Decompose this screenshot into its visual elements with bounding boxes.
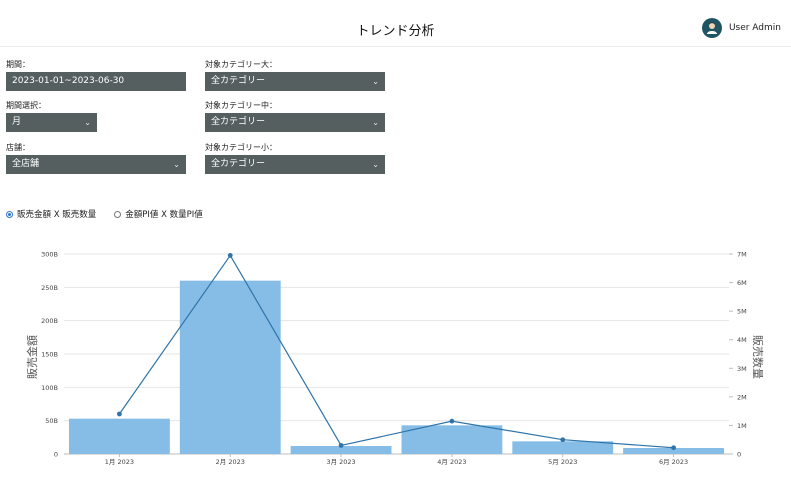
- period-label: 期間：: [6, 60, 30, 69]
- bar: [401, 425, 503, 454]
- line-point: [560, 437, 566, 443]
- bar: [69, 418, 170, 454]
- mode-radio-sales[interactable]: 販売金額 X 販売数量: [6, 208, 96, 220]
- category-medium-value: 全カテゴリー: [211, 117, 266, 127]
- chevron-down-icon: ⌄: [372, 77, 379, 86]
- category-medium-label: 対象カテゴリー中：: [205, 101, 277, 110]
- y-tick-label-left: 150B: [41, 351, 58, 359]
- y-tick-label-right: 6M: [737, 279, 747, 287]
- y-tick-label-left: 300B: [41, 251, 58, 259]
- category-large-select[interactable]: 全カテゴリー ⌄: [205, 72, 385, 91]
- store-value: 全店舗: [12, 159, 40, 169]
- y-tick-label-right: 3M: [737, 365, 747, 373]
- y-tick-label-right: 1M: [737, 422, 747, 430]
- line-point: [227, 253, 233, 258]
- y-tick-label-left: 250B: [41, 284, 58, 292]
- x-tick-label: 6月 2023: [659, 458, 688, 466]
- page-title: トレンド分析: [356, 24, 435, 39]
- y-tick-label-right: 0: [737, 451, 741, 459]
- period-input[interactable]: 2023-01-01~2023-06-30: [6, 72, 186, 91]
- period-type-value: 月: [12, 117, 22, 127]
- chart-bars: [69, 280, 724, 454]
- header-bar: トレンド分析 User Admin: [0, 0, 791, 47]
- bar: [512, 441, 614, 454]
- y-tick-label-left: 0: [54, 451, 58, 459]
- x-tick-label: 2月 2023: [216, 458, 245, 466]
- line-point: [671, 445, 676, 451]
- user-menu[interactable]: User Admin: [701, 18, 781, 38]
- category-medium-select[interactable]: 全カテゴリー ⌄: [205, 113, 385, 132]
- y-tick-label-right: 4M: [737, 336, 747, 344]
- y-tick-label-right: 2M: [737, 393, 747, 401]
- trend-chart: 0 50B 100B 150B 200B 250B 300B 0 1M 2M 3M 4M 5M 6M 7M 1…: [25, 251, 764, 467]
- y-tick-label-left: 100B: [41, 384, 58, 392]
- period-type-select[interactable]: 月 ⌄: [6, 113, 97, 132]
- mode-radio-pi[interactable]: 金額PI値 X 数量PI値: [114, 208, 203, 220]
- user-name: User Admin: [728, 23, 781, 33]
- category-small-value: 全カテゴリー: [211, 159, 266, 169]
- chevron-down-icon: ⌄: [84, 118, 91, 127]
- mode-radio-group: 販売金額 X 販売数量 金額PI値 X 数量PI値: [6, 208, 221, 220]
- period-type-label: 期間選択：: [6, 101, 46, 110]
- radio-checked-icon: [6, 210, 13, 218]
- store-select[interactable]: 全店舗 ⌄: [6, 155, 186, 174]
- x-tick-label: 5月 2023: [548, 458, 577, 466]
- y-tick-label-left: 200B: [41, 317, 58, 325]
- chevron-down-icon: ⌄: [372, 118, 379, 127]
- category-large-label: 対象カテゴリー大：: [205, 60, 277, 69]
- user-avatar-icon: [706, 22, 717, 34]
- line-point: [449, 418, 455, 424]
- avatar[interactable]: [701, 18, 722, 38]
- category-large-value: 全カテゴリー: [211, 76, 266, 86]
- x-tick-label: 1月 2023: [105, 458, 134, 466]
- store-label: 店舗：: [6, 143, 30, 152]
- x-tick-label: 3月 2023: [326, 458, 355, 466]
- mode-radio-pi-label: 金額PI値 X 数量PI値: [125, 210, 203, 220]
- y-axis-title-right: 販売数量: [751, 335, 764, 379]
- radio-unchecked-icon: [114, 210, 122, 218]
- line-point: [338, 443, 344, 448]
- y-tick-label-left: 50B: [45, 417, 58, 425]
- y-tick-label-right: 5M: [737, 308, 747, 316]
- category-small-select[interactable]: 全カテゴリー ⌄: [205, 155, 385, 174]
- chevron-down-icon: ⌄: [372, 160, 379, 169]
- line-point: [117, 411, 122, 417]
- category-small-label: 対象カテゴリー小：: [205, 143, 277, 152]
- y-axis-title-left: 販売金額: [25, 335, 39, 379]
- mode-radio-sales-label: 販売金額 X 販売数量: [17, 210, 97, 220]
- chevron-down-icon: ⌄: [173, 160, 180, 169]
- x-tick-label: 4月 2023: [437, 458, 466, 466]
- y-tick-label-right: 7M: [737, 251, 747, 259]
- period-value: 2023-01-01~2023-06-30: [12, 76, 125, 86]
